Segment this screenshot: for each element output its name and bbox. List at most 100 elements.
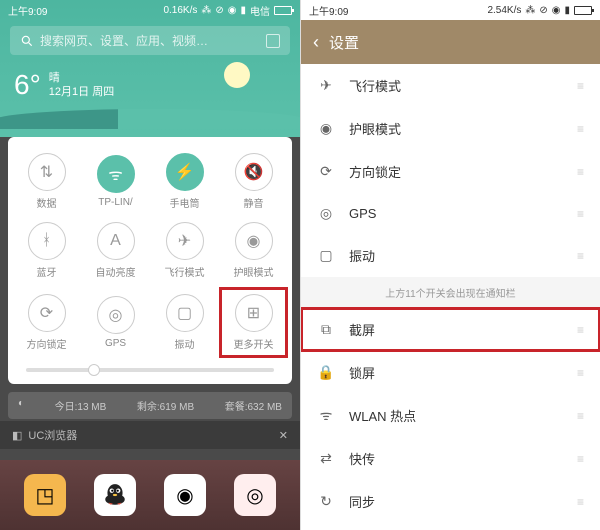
qs-tile-data-arrows[interactable]: ⇅数据	[12, 149, 81, 214]
data-icon: ◐	[18, 398, 24, 413]
back-button[interactable]: ‹	[313, 32, 319, 53]
data-usage-strip[interactable]: ◐ 今日:13 MB 剩余:619 MB 套餐:632 MB	[8, 392, 292, 419]
drag-handle-icon[interactable]: ≡	[577, 207, 584, 221]
settings-row-transfer[interactable]: ⇄快传≡	[301, 437, 600, 480]
qs-tile-label: 静音	[244, 195, 264, 210]
battery-icon	[574, 6, 592, 15]
uc-label: UC浏览器	[28, 427, 77, 443]
qs-tile-label: 护眼模式	[234, 264, 274, 279]
drag-handle-icon[interactable]: ≡	[577, 249, 584, 263]
qs-tile-mute[interactable]: 🔇静音	[219, 149, 288, 214]
drag-handle-icon[interactable]: ≡	[577, 452, 584, 466]
signal-icon: ▮	[240, 5, 246, 16]
drag-handle-icon[interactable]: ≡	[577, 79, 584, 93]
phone-left: 上午9:09 0.16K/s ⁂ ⊘ ◉ ▮ 电信 搜索网页、设置、应用、视频……	[0, 0, 300, 530]
hotspot-icon: ᯤ	[317, 406, 335, 425]
notification-panel: 上午9:09 0.16K/s ⁂ ⊘ ◉ ▮ 电信 搜索网页、设置、应用、视频……	[0, 0, 300, 137]
settings-row-label: 同步	[349, 492, 577, 511]
close-icon[interactable]: ✕	[279, 429, 288, 442]
settings-row-label: WLAN 热点	[349, 406, 577, 425]
qs-tile-torch[interactable]: ⚡手电筒	[150, 149, 219, 214]
dock-app-qq[interactable]	[94, 474, 136, 516]
settings-row-label: 快传	[349, 449, 577, 468]
orient-icon: ⟳	[28, 294, 66, 332]
drag-handle-icon[interactable]: ≡	[577, 495, 584, 509]
qs-tile-label: 方向锁定	[27, 336, 67, 351]
drag-handle-icon[interactable]: ≡	[577, 323, 584, 337]
qs-grid: ⇅数据ᯤTP-LIN/⚡手电筒🔇静音 ᚼ蓝牙A自动亮度✈飞行模式 ◉ 护眼模式 ⟳ 方向锁…	[12, 149, 288, 358]
qs-tile-eye[interactable]: ◉ 护眼模式	[219, 218, 288, 283]
settings-row-eye[interactable]: ◉护眼模式≡	[301, 107, 600, 150]
dock-app-4[interactable]: ◎	[234, 474, 276, 516]
data-plan: 套餐:632 MB	[225, 398, 282, 413]
search-placeholder: 搜索网页、设置、应用、视频…	[40, 32, 266, 49]
no-sim-icon: ⊘	[215, 5, 223, 16]
weather-cond: 晴	[49, 71, 114, 85]
bluetooth-icon: ᚼ	[28, 222, 66, 260]
settings-row-airplane[interactable]: ✈ 飞行模式≡	[301, 64, 600, 107]
phone-right: 上午9:09 2.54K/s ⁂ ⊘ ◉ ▮ ‹ 设置 ✈飞行模式≡◉护眼模式≡…	[300, 0, 600, 530]
qs-tile-vibrate[interactable]: ▢振动	[150, 287, 219, 358]
orient-icon: ⟳	[317, 163, 335, 180]
screenshot-icon: ⧉	[317, 321, 335, 338]
drag-handle-icon[interactable]: ≡	[577, 165, 584, 179]
search-icon	[20, 34, 34, 48]
qs-tile-more[interactable]: ⊞更多开关	[219, 287, 288, 358]
settings-row-sync[interactable]: ↻同步≡	[301, 480, 600, 523]
no-sim-icon: ⊘	[539, 5, 547, 16]
search-bar[interactable]: 搜索网页、设置、应用、视频…	[10, 26, 290, 55]
settings-row-lock[interactable]: 🔒 锁屏≡	[301, 351, 600, 394]
uc-notification[interactable]: ◧ UC浏览器 ✕	[0, 421, 300, 449]
airplane-icon: ✈	[317, 77, 335, 94]
drag-handle-icon[interactable]: ≡	[577, 122, 584, 136]
settings-row-hotspot[interactable]: ᯤ WLAN 热点≡	[301, 394, 600, 437]
settings-row-label: GPS	[349, 206, 577, 221]
bluetooth-icon: ⁂	[525, 5, 535, 16]
lock-icon: 🔒	[317, 364, 335, 381]
qs-tile-label: 数据	[37, 195, 57, 210]
data-remain: 剩余:619 MB	[137, 398, 194, 413]
qs-tile-auto-bright[interactable]: A自动亮度	[81, 218, 150, 283]
drag-handle-icon[interactable]: ≡	[577, 366, 584, 380]
scan-icon[interactable]	[266, 34, 280, 48]
qs-tile-label: GPS	[105, 338, 126, 349]
settings-row-vibrate[interactable]: ▢振动≡	[301, 234, 600, 277]
wifi-icon: ◉	[228, 5, 237, 16]
qs-tile-bluetooth[interactable]: ᚼ蓝牙	[12, 218, 81, 283]
weather-widget[interactable]: 6° 晴 12月1日 周四	[0, 61, 300, 109]
carrier: 电信	[250, 3, 270, 18]
dock-app-3[interactable]: ◉	[164, 474, 206, 516]
drag-handle-icon[interactable]: ≡	[577, 409, 584, 423]
page-title: 设置	[329, 32, 359, 53]
temperature: 6°	[14, 69, 41, 101]
settings-row-label: 截屏	[349, 320, 577, 339]
settings-row-label: 飞行模式	[349, 76, 577, 95]
settings-row-label: 锁屏	[349, 363, 577, 382]
qs-tile-airplane[interactable]: ✈飞行模式	[150, 218, 219, 283]
qs-tile-orient[interactable]: ⟳ 方向锁定	[12, 287, 81, 358]
settings-row-screenshot[interactable]: ⧉ 截屏≡	[301, 308, 600, 351]
uc-icon: ◧	[12, 429, 22, 442]
qs-tile-label: 更多开关	[234, 336, 274, 351]
status-right: 0.16K/s ⁂ ⊘ ◉ ▮ 电信	[163, 3, 292, 18]
settings-list[interactable]: ✈飞行模式≡◉护眼模式≡⟳方向锁定≡◎GPS≡▢振动≡ 上方11个开关会出现在通…	[301, 64, 600, 530]
status-time: 上午9:09	[8, 3, 47, 18]
eye-icon: ◉	[235, 222, 273, 260]
status-time: 上午9:09	[309, 3, 348, 18]
settings-row-gps[interactable]: ◎GPS≡	[301, 193, 600, 234]
slider-thumb[interactable]	[88, 364, 100, 376]
quick-settings: ⇅数据ᯤTP-LIN/⚡手电筒🔇静音 ᚼ蓝牙A自动亮度✈飞行模式 ◉ 护眼模式 ⟳ 方向锁…	[8, 137, 292, 384]
airplane-icon: ✈	[166, 222, 204, 260]
qs-tile-gps[interactable]: ◎GPS	[81, 287, 150, 358]
hills-deco	[0, 109, 300, 129]
settings-header: ‹ 设置	[301, 20, 600, 64]
settings-row-orient[interactable]: ⟳ 方向锁定≡	[301, 150, 600, 193]
bluetooth-icon: ⁂	[201, 5, 211, 16]
dock-app-1[interactable]: ◳	[24, 474, 66, 516]
qs-tile-wifi[interactable]: ᯤTP-LIN/	[81, 149, 150, 214]
status-speed: 2.54K/s	[487, 5, 521, 16]
dock: ◳ ◉ ◎	[0, 460, 300, 530]
brightness-slider[interactable]	[26, 368, 274, 372]
settings-row-label: 振动	[349, 246, 577, 265]
settings-row-label: 方向锁定	[349, 162, 577, 181]
